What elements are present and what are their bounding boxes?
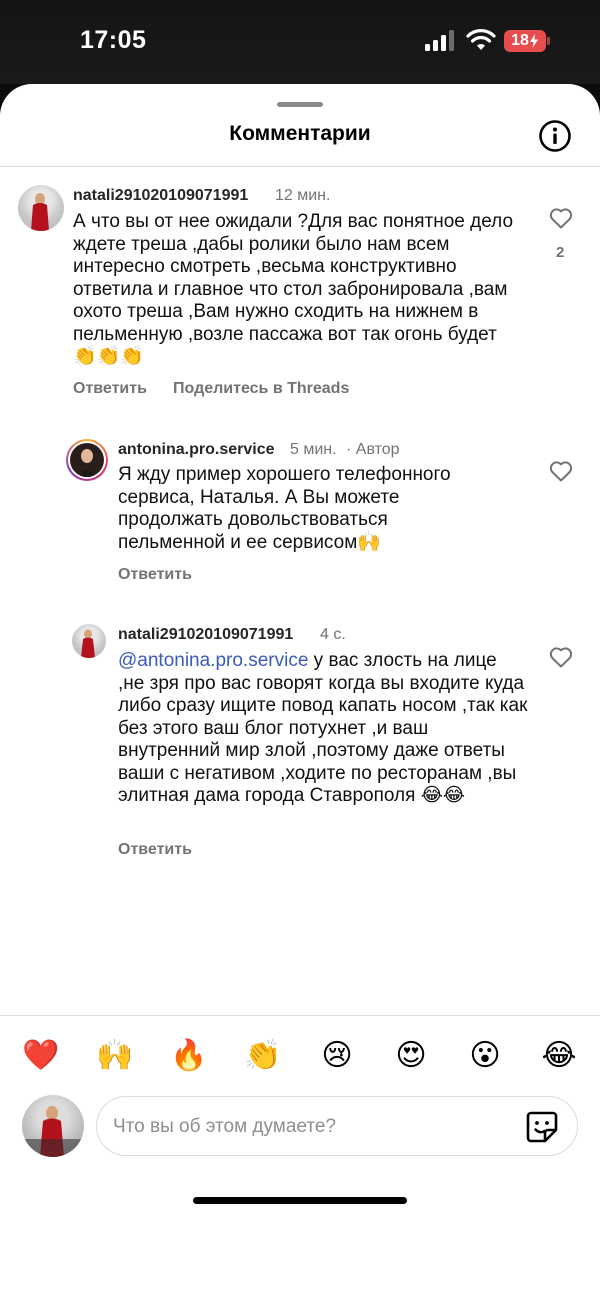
comment-input[interactable] <box>113 1109 513 1145</box>
avatar-photo-icon <box>22 1106 84 1157</box>
like-count: 2 <box>556 244 565 261</box>
comment-time: 12 мин. <box>275 187 331 204</box>
comment-text: А что вы от нее ожидали ?Для вас понятно… <box>73 211 514 367</box>
reply-button[interactable]: Ответить <box>73 380 147 398</box>
comment-body: у вас злость на лице ,не зря про вас гов… <box>118 650 528 806</box>
charging-bolt-icon <box>529 34 538 48</box>
cellular-signal-icon <box>425 30 454 51</box>
status-bar: 17:05 18 <box>0 0 600 84</box>
fire-reaction-button[interactable]: 🔥 <box>169 1036 209 1076</box>
avatar[interactable] <box>18 185 64 231</box>
header-divider <box>0 166 600 167</box>
comment-username[interactable]: antonina.pro.service <box>118 441 275 459</box>
heart-icon[interactable] <box>549 646 573 668</box>
heart-eyes-reaction-button[interactable]: 😍 <box>391 1036 431 1076</box>
avatar[interactable] <box>66 439 108 481</box>
avatar-photo-icon <box>78 449 96 477</box>
sticker-icon[interactable] <box>525 1110 559 1144</box>
reply-button[interactable]: Ответить <box>118 566 192 584</box>
comment-text: Я жду пример хорошего телефонного сервис… <box>118 464 451 553</box>
avatar-photo-icon <box>31 193 49 231</box>
crying-reaction-button[interactable]: 😢 <box>317 1036 357 1076</box>
heart-icon[interactable] <box>549 460 573 482</box>
raising-hands-reaction-button[interactable]: 🙌 <box>95 1036 135 1076</box>
info-icon[interactable] <box>538 119 572 153</box>
author-badge: · Автор <box>346 441 400 458</box>
share-threads-button[interactable]: Поделитесь в Threads <box>173 380 349 398</box>
comment-input-box <box>96 1096 578 1156</box>
comment-time: 5 мин. <box>290 441 337 458</box>
sheet-title: Комментарии <box>229 122 371 145</box>
battery-level: 18 <box>511 32 529 49</box>
mention-link[interactable]: @antonina.pro.service <box>118 650 308 671</box>
comment-time: 4 с. <box>320 626 346 643</box>
avatar[interactable] <box>72 624 106 658</box>
reply-button[interactable]: Ответить <box>118 841 192 859</box>
home-indicator <box>193 1197 407 1204</box>
surprised-reaction-button[interactable]: 😮 <box>465 1036 505 1076</box>
laughing-reaction-button[interactable]: 😂 <box>539 1036 579 1076</box>
heart-reaction-button[interactable]: ❤️ <box>21 1036 61 1076</box>
heart-icon[interactable] <box>549 207 573 229</box>
wifi-icon <box>466 29 496 50</box>
sheet-grabber[interactable] <box>277 102 323 107</box>
comment-username[interactable]: natali291020109071991 <box>118 626 293 644</box>
comment-username[interactable]: natali291020109071991 <box>73 187 248 205</box>
avatar-photo-icon <box>81 629 95 658</box>
battery-icon: 18 <box>504 30 546 52</box>
battery-tip <box>547 37 550 45</box>
reactions-divider <box>0 1015 600 1016</box>
comment-text: @antonina.pro.service у вас злость на ли… <box>118 650 528 808</box>
status-time: 17:05 <box>80 26 147 54</box>
clapping-reaction-button[interactable]: 👏 <box>243 1036 283 1076</box>
current-user-avatar[interactable] <box>22 1095 84 1157</box>
